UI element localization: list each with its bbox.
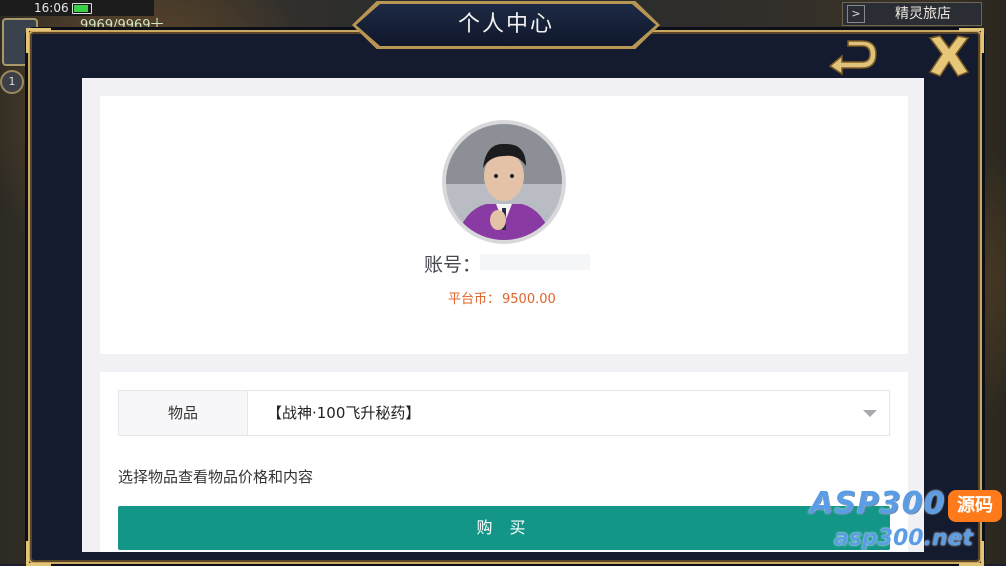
- profile-card: 账号： 平台币： 9500.00: [100, 96, 908, 354]
- close-icon: [928, 35, 970, 77]
- currency-row: 平台币： 9500.00: [448, 288, 558, 307]
- close-button[interactable]: [924, 32, 974, 80]
- frame-corner: [26, 541, 51, 566]
- buy-button[interactable]: 购 买: [118, 506, 890, 550]
- chevron-down-icon: [863, 410, 877, 417]
- account-label: 账号：: [424, 254, 482, 276]
- purchase-form: 物品 【战神·100飞升秘药】 选择物品查看物品价格和内容 购 买: [100, 372, 908, 552]
- inn-button-label: 精灵旅店: [895, 6, 951, 22]
- back-arrow-icon: [828, 40, 877, 76]
- level-badge: 1: [0, 70, 24, 94]
- item-select[interactable]: 物品 【战神·100飞升秘药】: [118, 390, 890, 436]
- currency-value: 9500.00: [502, 292, 556, 307]
- modal-title: 个人中心: [457, 12, 554, 37]
- avatar: [442, 120, 566, 244]
- currency-label: 平台币：: [448, 292, 501, 307]
- back-button[interactable]: [822, 38, 882, 78]
- battery-icon: [72, 3, 92, 14]
- account-value: [480, 254, 590, 270]
- item-hint: 选择物品查看物品价格和内容: [118, 468, 314, 486]
- status-time: 16:06: [34, 1, 69, 15]
- avatar-image: [446, 124, 562, 240]
- item-select-label: 物品: [119, 391, 248, 435]
- content-panel: 账号： 平台币： 9500.00 物品 【战神·100飞升秘药】 选择物品查看物品…: [82, 78, 924, 552]
- chevron-right-icon: >: [847, 5, 865, 23]
- item-select-value: 【战神·100飞升秘药】: [267, 404, 421, 422]
- inn-button[interactable]: > 精灵旅店: [842, 2, 982, 26]
- frame-corner: [959, 541, 984, 566]
